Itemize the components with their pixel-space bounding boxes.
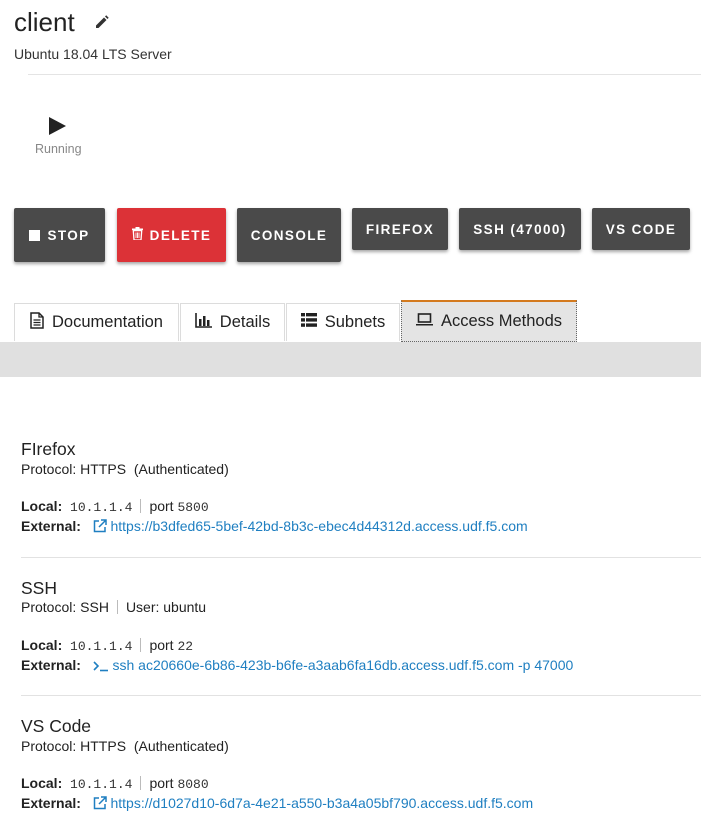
vscode-button[interactable]: VS CODE xyxy=(592,208,690,250)
external-link-icon[interactable] xyxy=(93,519,107,536)
tab-documentation[interactable]: Documentation xyxy=(14,303,179,341)
terminal-icon[interactable] xyxy=(93,659,109,675)
external-address: External: https://b3dfed65-5bef-42bd-8b3… xyxy=(21,518,528,536)
tab-documentation-label: Documentation xyxy=(52,313,163,331)
ssh-button[interactable]: SSH (47000) xyxy=(459,208,581,250)
delete-button-label: DELETE xyxy=(149,227,212,243)
access-method-title: VS Code xyxy=(21,716,92,736)
access-method-title: SSH xyxy=(21,578,57,598)
local-address: Local: 10.1.1.4 port 5800 xyxy=(21,498,209,515)
tab-access-methods[interactable]: Access Methods xyxy=(401,300,577,342)
firefox-button-label: FIREFOX xyxy=(365,221,435,237)
tab-subnets[interactable]: Subnets xyxy=(286,303,400,341)
external-link-icon[interactable] xyxy=(93,796,107,813)
local-address: Local: 10.1.1.4 port 22 xyxy=(21,637,194,654)
local-port: 8080 xyxy=(177,777,209,792)
page-title: client xyxy=(14,7,75,37)
tab-subnets-label: Subnets xyxy=(324,313,386,331)
stop-icon xyxy=(29,229,41,241)
local-ip: 10.1.1.4 xyxy=(70,777,133,792)
console-button-label: CONSOLE xyxy=(250,227,328,243)
stop-button-label: STOP xyxy=(47,227,90,243)
tab-access-methods-label: Access Methods xyxy=(440,312,563,330)
laptop-icon xyxy=(415,312,433,331)
access-method-protocol: Protocol: HTTPS (Authenticated) xyxy=(21,738,229,754)
vscode-button-label: VS CODE xyxy=(605,221,677,237)
play-icon xyxy=(49,117,66,135)
ssh-button-label: SSH (47000) xyxy=(473,221,567,237)
header-divider xyxy=(28,74,701,75)
external-link[interactable]: https://b3dfed65-5bef-42bd-8b3c-ebec4d44… xyxy=(110,518,527,534)
list-icon xyxy=(300,313,317,332)
document-icon xyxy=(30,311,44,334)
tab-details[interactable]: Details xyxy=(180,303,285,341)
tab-details-label: Details xyxy=(219,313,271,331)
section-divider xyxy=(21,695,701,696)
status-label: Running xyxy=(35,142,82,156)
tab-content-bar xyxy=(0,342,701,377)
access-method-protocol: Protocol: SSH User: ubuntu xyxy=(21,599,207,615)
firefox-button[interactable]: FIREFOX xyxy=(352,208,448,250)
trash-icon xyxy=(131,227,143,243)
external-link[interactable]: ssh ac20660e-6b86-423b-b6fe-a3aab6fa16db… xyxy=(112,657,573,673)
local-address: Local: 10.1.1.4 port 8080 xyxy=(21,775,209,792)
external-address: External: https://d1027d10-6d7a-4e21-a55… xyxy=(21,795,534,813)
stop-button[interactable]: STOP xyxy=(14,208,105,262)
access-method-title: FIrefox xyxy=(21,439,76,459)
console-button[interactable]: CONSOLE xyxy=(237,208,341,262)
access-method-protocol: Protocol: HTTPS (Authenticated) xyxy=(21,461,229,477)
external-link[interactable]: https://d1027d10-6d7a-4e21-a550-b3a4a05b… xyxy=(110,795,533,811)
local-ip: 10.1.1.4 xyxy=(70,639,133,654)
section-divider xyxy=(21,557,701,558)
local-port: 22 xyxy=(177,639,194,654)
pencil-icon[interactable] xyxy=(94,14,110,30)
local-port: 5800 xyxy=(177,500,209,515)
delete-button[interactable]: DELETE xyxy=(117,208,226,262)
external-address: External: ssh ac20660e-6b86-423b-b6fe-a3… xyxy=(21,657,574,675)
page-subtitle: Ubuntu 18.04 LTS Server xyxy=(14,46,172,62)
bar-chart-icon xyxy=(194,312,212,333)
local-ip: 10.1.1.4 xyxy=(70,500,133,515)
